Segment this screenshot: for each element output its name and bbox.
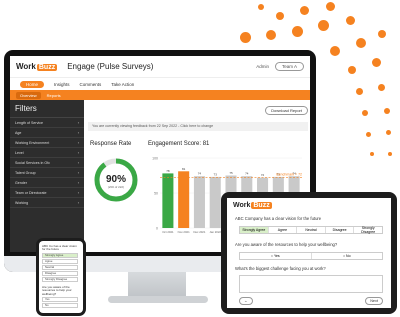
chevron-right-icon: › [77,130,79,135]
option-agree[interactable]: Agree [269,227,298,233]
engagement-score-title: Engagement Score: 81 [148,141,210,147]
subtab-overview[interactable]: Overview [16,91,41,99]
filter-item[interactable]: Team or Directorate › [10,188,84,198]
chevron-right-icon: › [77,120,79,125]
phone-option-yes[interactable]: Yes [42,297,78,302]
phone-option-no[interactable]: No [42,303,78,308]
back-button[interactable]: ← [239,297,253,305]
tab-comments[interactable]: Comments [80,82,102,87]
download-report-button[interactable]: Download Report [265,106,308,115]
filter-item[interactable]: Length of Service › [10,118,84,128]
bar-value-label: 73 [214,172,218,176]
x-tick-label: Nov 2021 [178,230,190,234]
tablet-logo: Work Buzz [233,202,272,209]
x-tick-label: Jan 2022 [209,230,221,234]
bar [178,171,190,228]
chevron-right-icon: › [77,180,79,185]
phone-option[interactable]: Strongly Agree [42,253,78,258]
date-notice[interactable]: You are currently viewing feedback from … [88,122,308,131]
y-tick-label: 50 [154,192,158,196]
x-tick-label: Oct 2021 [162,230,174,234]
tablet-q1-options: Strongly Agree Agree Neutral Disagree St… [239,226,383,234]
tablet-survey-screen: Work Buzz ABC Company has a clear vision … [227,198,391,308]
next-button[interactable]: Next [365,297,383,305]
phone-survey-screen: ABC Co has a clear vision for the future… [39,241,83,313]
chevron-right-icon: › [77,140,79,145]
response-rate-title: Response Rate [90,141,132,147]
y-tick-label: 0 [156,227,158,231]
monitor-base [108,296,208,303]
chevron-right-icon: › [77,200,79,205]
tab-home[interactable]: Home [20,80,45,88]
bar-value-label: 81 [182,167,186,171]
option-strongly-agree[interactable]: Strongly Agree [240,227,269,233]
tablet-answer-textarea[interactable] [239,275,383,293]
bar-value-label: 75 [229,171,233,175]
filter-item[interactable]: Social Services in Ofc › [10,158,84,168]
subtab-bar: Overview Reports [10,90,310,100]
phone-option[interactable]: Neutral [42,265,78,270]
monitor-stand [128,272,186,298]
option-neutral[interactable]: Neutral [297,227,326,233]
filter-item[interactable]: Gender › [10,178,84,188]
filter-item[interactable]: Age › [10,128,84,138]
tablet-device: Work Buzz ABC Company has a clear vision … [221,192,397,314]
phone-question-2: Are you aware of the resources to help y… [42,285,72,296]
filters-heading: Filters [10,100,84,118]
tablet-q2-options: ○ Yes ○ No [239,252,383,260]
tab-take-action[interactable]: Take Action [111,82,134,87]
chevron-right-icon: › [77,170,79,175]
option-disagree[interactable]: Disagree [326,227,355,233]
workbuzz-logo[interactable]: Work Buzz [16,62,58,71]
response-rate-sub: (200 of 222) [108,185,124,189]
phone-option[interactable]: Agree [42,259,78,264]
option-strongly-disagree[interactable]: Strongly Disagree [354,226,382,234]
y-tick-label: 100 [152,157,158,161]
chevron-right-icon: › [77,150,79,155]
bar [209,176,221,228]
benchmark-label: Benchmark = 72 [276,173,302,177]
filter-item[interactable]: Working › [10,198,84,208]
bar-value-label: 78 [166,169,170,173]
phone-option[interactable]: Disagree [42,271,78,276]
filter-item[interactable]: Level › [10,148,84,158]
team-selector[interactable]: Team A [274,62,304,71]
bar [162,173,174,228]
filters-sidebar: Filters Length of Service › Age › Working … [10,100,84,252]
chevron-right-icon: › [77,160,79,165]
x-tick-label: Dec 2021 [193,230,205,234]
user-label[interactable]: Admin [256,64,269,69]
option-yes[interactable]: ○ Yes [240,253,312,259]
tablet-question-1: ABC Company has a clear vision for the f… [235,216,322,221]
filter-item[interactable]: Working Environment › [10,138,84,148]
filter-item[interactable]: Talent Group › [10,168,84,178]
main-tabs: Home Insights Comments Take Action [10,78,310,90]
chevron-right-icon: › [77,190,79,195]
phone-option[interactable]: Strongly Disagree [42,277,78,282]
option-no[interactable]: ○ No [312,253,383,259]
page-title: Engage (Pulse Surveys) [67,62,154,71]
phone-question-1: ABC Co has a clear vision for the future [42,244,77,252]
phone-device: ABC Co has a clear vision for the future… [36,238,86,316]
tablet-question-2: Are you aware of the resources to help y… [235,242,338,247]
bar-value-label: 74 [245,172,249,176]
tab-insights[interactable]: Insights [54,82,70,87]
subtab-reports[interactable]: Reports [47,93,61,98]
response-rate-value: 90% [106,174,126,185]
tablet-question-3: What's the biggest challenge facing you … [235,266,326,271]
response-rate-ring: 90% (200 of 222) [94,158,138,202]
app-header: Work Buzz Engage (Pulse Surveys) Admin Te… [10,56,310,78]
bar-value-label: 72 [261,173,265,177]
bar-value-label: 74 [198,172,202,176]
bar [193,176,205,228]
